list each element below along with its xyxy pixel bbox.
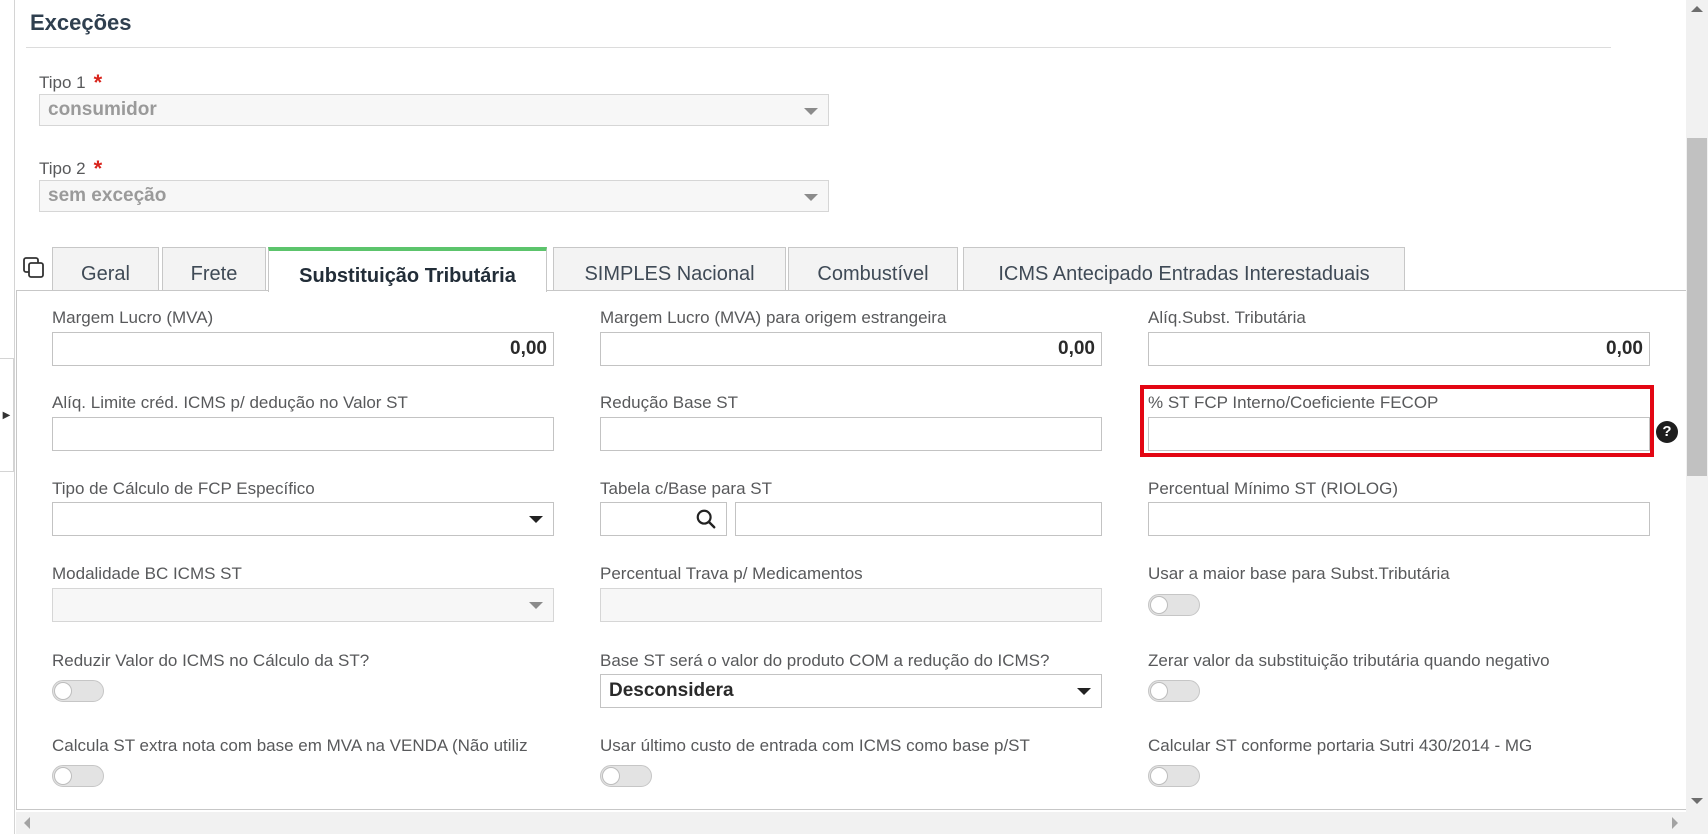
- toggle-knob: [1150, 596, 1168, 614]
- base-st-valor-select[interactable]: Desconsidera: [600, 674, 1102, 708]
- toggle-knob: [1150, 767, 1168, 785]
- tipo2-value: sem exceção: [48, 185, 167, 206]
- margem-lucro-estrangeira-input[interactable]: 0,00: [600, 332, 1102, 366]
- aliq-limite-label: Alíq. Limite créd. ICMS p/ dedução no Va…: [52, 393, 408, 412]
- copy-icon[interactable]: [22, 256, 46, 280]
- base-st-valor-value: Desconsidera: [609, 680, 734, 701]
- tipo-calculo-fcp-label: Tipo de Cálculo de FCP Específico: [52, 479, 315, 498]
- vertical-scroll-thumb[interactable]: [1687, 138, 1707, 476]
- scroll-right-icon[interactable]: [1672, 817, 1678, 829]
- tabela-base-label: Tabela c/Base para ST: [600, 479, 772, 498]
- tabela-base-code-input[interactable]: [600, 502, 687, 536]
- margem-lucro-label: Margem Lucro (MVA): [52, 308, 214, 327]
- scroll-up-icon[interactable]: [1691, 6, 1703, 12]
- tipo2-label: Tipo 2 *: [39, 156, 103, 181]
- zerar-valor-label: Zerar valor da substituição tributária q…: [1148, 651, 1550, 670]
- required-marker: *: [93, 70, 103, 95]
- vertical-scrollbar[interactable]: [1686, 0, 1708, 812]
- highlight-box: [1140, 385, 1654, 457]
- base-st-valor-label: Base ST será o valor do produto COM a re…: [600, 651, 1050, 670]
- calcular-sutri-label: Calcular ST conforme portaria Sutri 430/…: [1148, 736, 1533, 755]
- modalidade-bc-select[interactable]: [52, 588, 554, 622]
- calcula-st-extra-toggle[interactable]: [52, 765, 104, 787]
- toggle-knob: [1150, 682, 1168, 700]
- toggle-knob: [602, 767, 620, 785]
- triangle-right-icon: ▶: [2, 409, 11, 421]
- tipo2-select[interactable]: sem exceção: [39, 180, 829, 212]
- percentual-minimo-input[interactable]: [1148, 502, 1650, 536]
- section-title: Exceções: [30, 10, 132, 35]
- scrollbar-corner: [1686, 812, 1708, 834]
- chevron-down-icon: [804, 108, 818, 115]
- tipo1-value: consumidor: [48, 99, 157, 120]
- scroll-left-icon[interactable]: [24, 817, 30, 829]
- percentual-minimo-label: Percentual Mínimo ST (RIOLOG): [1148, 479, 1399, 498]
- aliq-subst-label: Alíq.Subst. Tributária: [1148, 308, 1306, 327]
- usar-ultimo-custo-toggle[interactable]: [600, 765, 652, 787]
- tabela-base-search-button[interactable]: [686, 502, 727, 536]
- tab-combustivel[interactable]: Combustível: [788, 247, 958, 290]
- reduzir-icms-toggle[interactable]: [52, 680, 104, 702]
- percentual-trava-input[interactable]: [600, 588, 1102, 622]
- margem-lucro-estrangeira-label: Margem Lucro (MVA) para origem estrangei…: [600, 308, 947, 327]
- aliq-subst-input[interactable]: 0,00: [1148, 332, 1650, 366]
- side-panel-toggle[interactable]: ▶: [0, 358, 14, 472]
- chevron-down-icon: [1077, 688, 1091, 695]
- aliq-limite-input[interactable]: [52, 417, 554, 451]
- modalidade-bc-label: Modalidade BC ICMS ST: [52, 564, 242, 583]
- tab-simples-nacional[interactable]: SIMPLES Nacional: [553, 247, 786, 290]
- search-icon: [696, 509, 716, 529]
- horizontal-scrollbar[interactable]: [16, 812, 1686, 834]
- required-marker: *: [93, 156, 103, 181]
- tabela-base-description-input[interactable]: [735, 502, 1102, 536]
- usar-maior-base-toggle[interactable]: [1148, 594, 1200, 616]
- left-border: [14, 0, 15, 834]
- reducao-base-input[interactable]: [600, 417, 1102, 451]
- chevron-down-icon: [804, 194, 818, 201]
- reduzir-icms-label: Reduzir Valor do ICMS no Cálculo da ST?: [52, 651, 370, 670]
- tab-icms-antecipado[interactable]: ICMS Antecipado Entradas Interestaduais: [963, 247, 1405, 290]
- percentual-trava-label: Percentual Trava p/ Medicamentos: [600, 564, 863, 583]
- section-divider: [26, 47, 1611, 48]
- zerar-valor-toggle[interactable]: [1148, 680, 1200, 702]
- tab-panel: [16, 290, 1688, 810]
- tab-substituicao-tributaria[interactable]: Substituição Tributária: [268, 247, 547, 292]
- toggle-knob: [54, 682, 72, 700]
- tab-geral[interactable]: Geral: [52, 247, 159, 290]
- scroll-down-icon[interactable]: [1691, 798, 1703, 804]
- margem-lucro-input[interactable]: 0,00: [52, 332, 554, 366]
- chevron-down-icon: [529, 516, 543, 523]
- tipo1-label: Tipo 1 *: [39, 70, 103, 95]
- toggle-knob: [54, 767, 72, 785]
- calcular-sutri-toggle[interactable]: [1148, 765, 1200, 787]
- tipo-calculo-fcp-select[interactable]: [52, 502, 554, 536]
- usar-maior-base-label: Usar a maior base para Subst.Tributária: [1148, 564, 1450, 583]
- tab-frete[interactable]: Frete: [162, 247, 266, 290]
- usar-ultimo-custo-label: Usar último custo de entrada com ICMS co…: [600, 736, 1030, 755]
- tipo1-select[interactable]: consumidor: [39, 94, 829, 126]
- help-icon[interactable]: ?: [1656, 421, 1678, 443]
- reducao-base-label: Redução Base ST: [600, 393, 738, 412]
- calcula-st-extra-label: Calcula ST extra nota com base em MVA na…: [52, 736, 528, 755]
- chevron-down-icon: [529, 602, 543, 609]
